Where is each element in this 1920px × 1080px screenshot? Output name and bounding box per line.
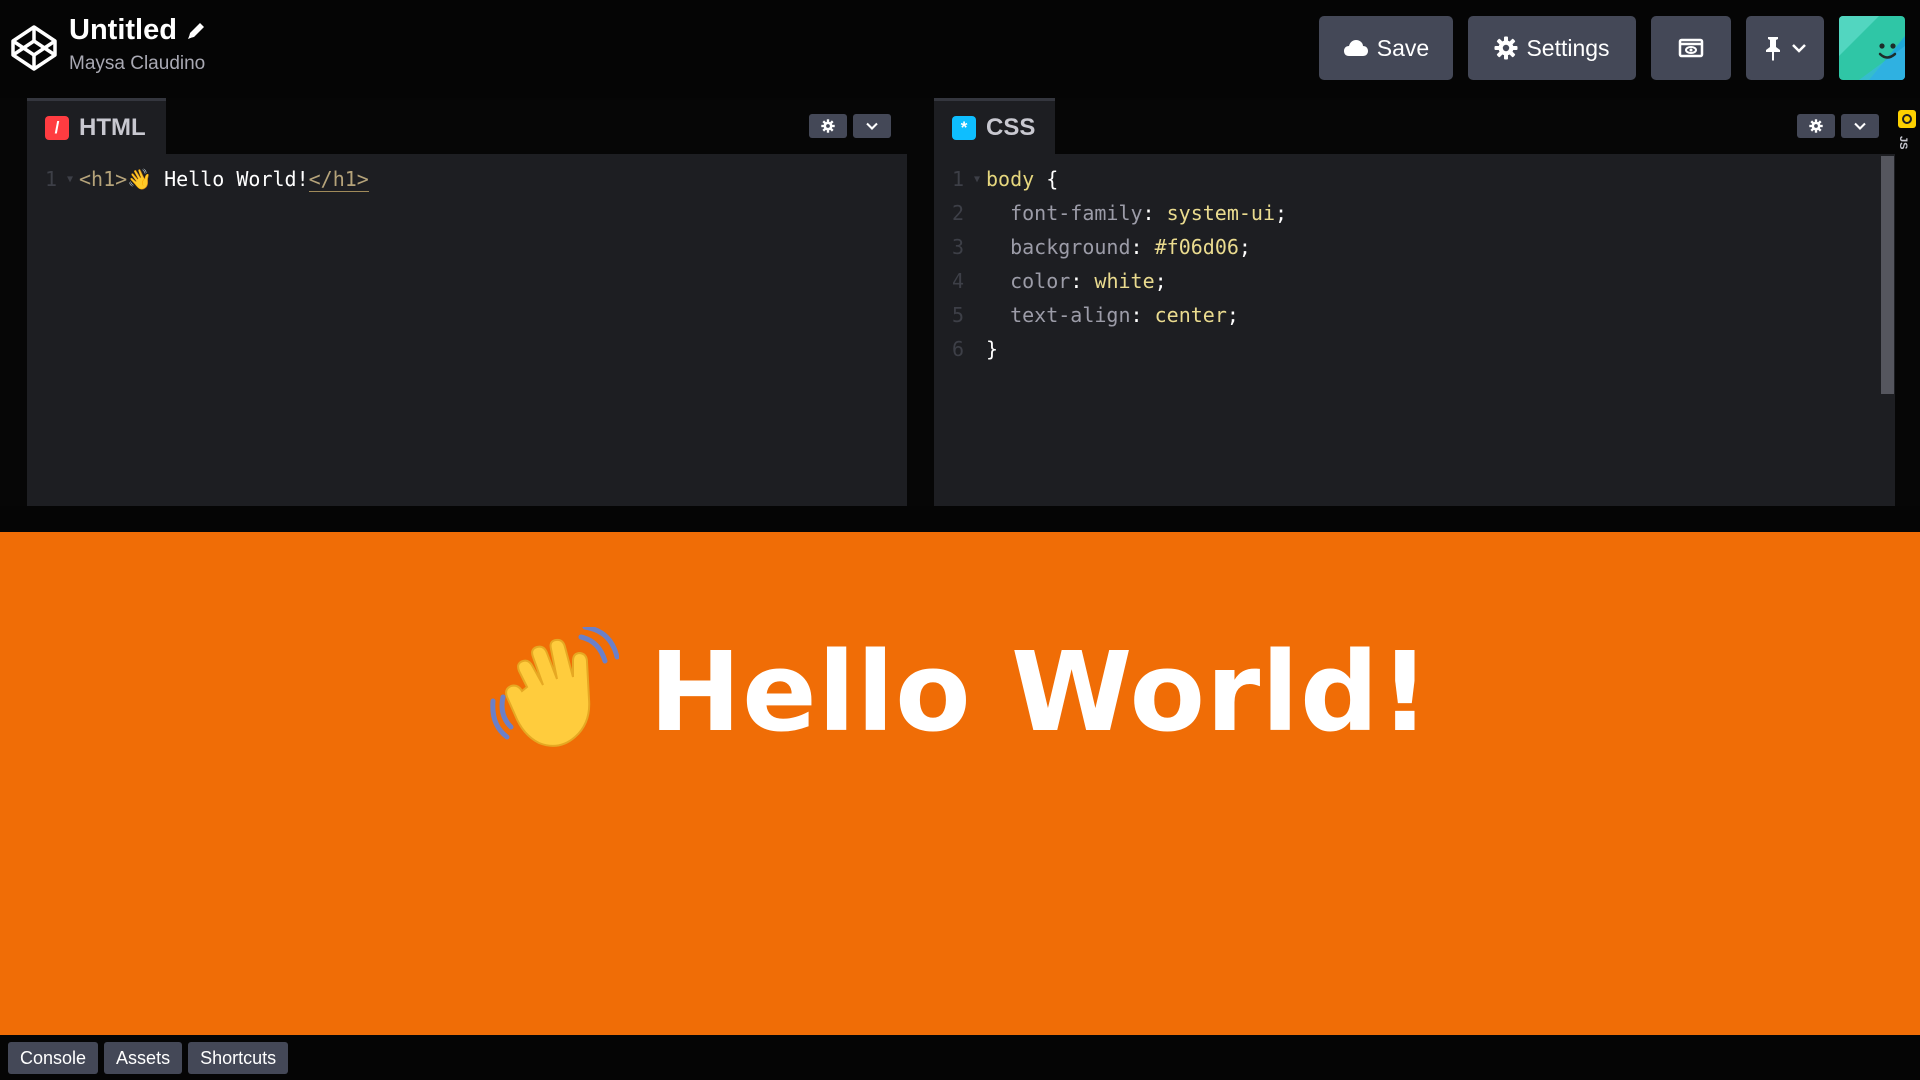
settings-label: Settings [1526,34,1610,61]
console-button[interactable]: Console [8,1042,99,1074]
chevron-down-icon [1854,122,1866,130]
cloud-icon [1343,40,1368,56]
line-number: 4 [951,269,964,293]
avatar-face-icon [1839,16,1905,80]
html-editor-pane: / HTML 1 ▼ <h1> 👋 Hello World! </h1> [27,98,907,506]
css-editor-pane: * CSS 1 ▼ body {2 font-family: system-… [934,98,1895,506]
css-brace: } [986,337,999,361]
tag-text: 👋 Hello World! [127,167,309,191]
save-label: Save [1376,34,1430,61]
editors-area: / HTML 1 ▼ <h1> 👋 Hello World! </h1> * C… [0,98,1920,506]
css-property: color [1010,269,1071,293]
css-property: background [1010,235,1131,259]
css-code[interactable]: 1 ▼ body { 2 font-family: system-ui; 3 b… [934,162,1895,366]
css-collapse-button[interactable] [1841,114,1879,138]
layout-view-icon [1678,38,1704,58]
fold-arrow-icon[interactable]: ▼ [67,174,79,185]
codepen-logo-icon[interactable] [10,24,58,72]
css-property: font-family [1010,201,1143,225]
css-property: text-align [1010,303,1131,327]
gear-icon [1809,119,1823,133]
code-line: 1 ▼ body { [934,162,1895,196]
user-avatar[interactable] [1839,16,1905,80]
tab-js-collapsed[interactable]: JS [1895,98,1920,506]
css-tab-label: CSS [986,113,1036,141]
edit-pencil-icon[interactable] [185,20,207,42]
gear-icon [821,119,835,133]
css-scrollbar-thumb[interactable] [1881,156,1894,394]
css-pane-tools [1797,114,1879,138]
assets-button[interactable]: Assets [104,1042,183,1074]
hello-world-text: Hello World! [649,628,1431,756]
html-collapse-button[interactable] [853,114,891,138]
fold-arrow-icon[interactable]: ▼ [974,174,986,185]
waving-hand-icon [490,627,620,747]
code-line: 4 color: white; [934,264,1895,298]
chevron-down-icon [866,122,878,130]
code-line: 1 ▼ <h1> 👋 Hello World! </h1> [27,162,907,196]
line-number: 1 [44,167,57,191]
pen-title[interactable]: Untitled [69,14,177,47]
js-tab-label: JS [1897,136,1909,150]
tab-html[interactable]: / HTML [27,98,166,154]
shortcuts-button[interactable]: Shortcuts [188,1042,289,1074]
css-value: center [1154,303,1227,327]
html-slash-icon: / [45,115,69,140]
line-number: 3 [951,235,964,259]
css-selector: body [986,167,1035,191]
top-bar: Untitled Maysa Claudino Save Settings [0,0,1920,98]
close-tag: </h1> [308,166,369,192]
save-button[interactable]: Save [1319,16,1453,80]
js-badge-icon [1898,110,1916,128]
css-value: #f06d06 [1154,235,1239,259]
settings-button[interactable]: Settings [1468,16,1636,80]
css-value: system-ui [1166,201,1276,225]
preview-heading: Hello World! [0,627,1920,757]
pin-icon [1766,37,1780,61]
resize-divider[interactable] [0,506,1920,532]
html-code[interactable]: 1 ▼ <h1> 👋 Hello World! </h1> [27,162,907,196]
bottom-bar: Console Assets Shortcuts [0,1035,1920,1080]
css-settings-button[interactable] [1797,114,1835,138]
chevron-down-icon [1792,44,1806,53]
pin-menu-button[interactable] [1746,16,1824,80]
line-number: 1 [951,167,964,191]
pen-title-block: Untitled Maysa Claudino [69,14,207,75]
html-pane-tools [809,114,891,138]
css-value: white [1094,269,1155,293]
code-line: 6 } [934,332,1895,366]
gear-icon [1494,36,1518,60]
html-pane-header: / HTML [27,98,907,154]
css-asterisk-icon: * [952,115,976,140]
code-line: 5 text-align: center; [934,298,1895,332]
line-number: 2 [951,201,964,225]
html-settings-button[interactable] [809,114,847,138]
code-line: 2 font-family: system-ui; [934,196,1895,230]
result-preview: Hello World! [0,532,1920,1035]
tab-css[interactable]: * CSS [934,98,1056,154]
pen-author[interactable]: Maysa Claudino [69,53,207,75]
css-pane-header: * CSS [934,98,1895,154]
html-tab-label: HTML [79,113,146,141]
open-tag: <h1> [79,167,128,191]
css-brace: { [1034,167,1059,191]
change-view-button[interactable] [1651,16,1731,80]
line-number: 5 [951,303,964,327]
line-number: 6 [951,337,964,361]
code-line: 3 background: #f06d06; [934,230,1895,264]
